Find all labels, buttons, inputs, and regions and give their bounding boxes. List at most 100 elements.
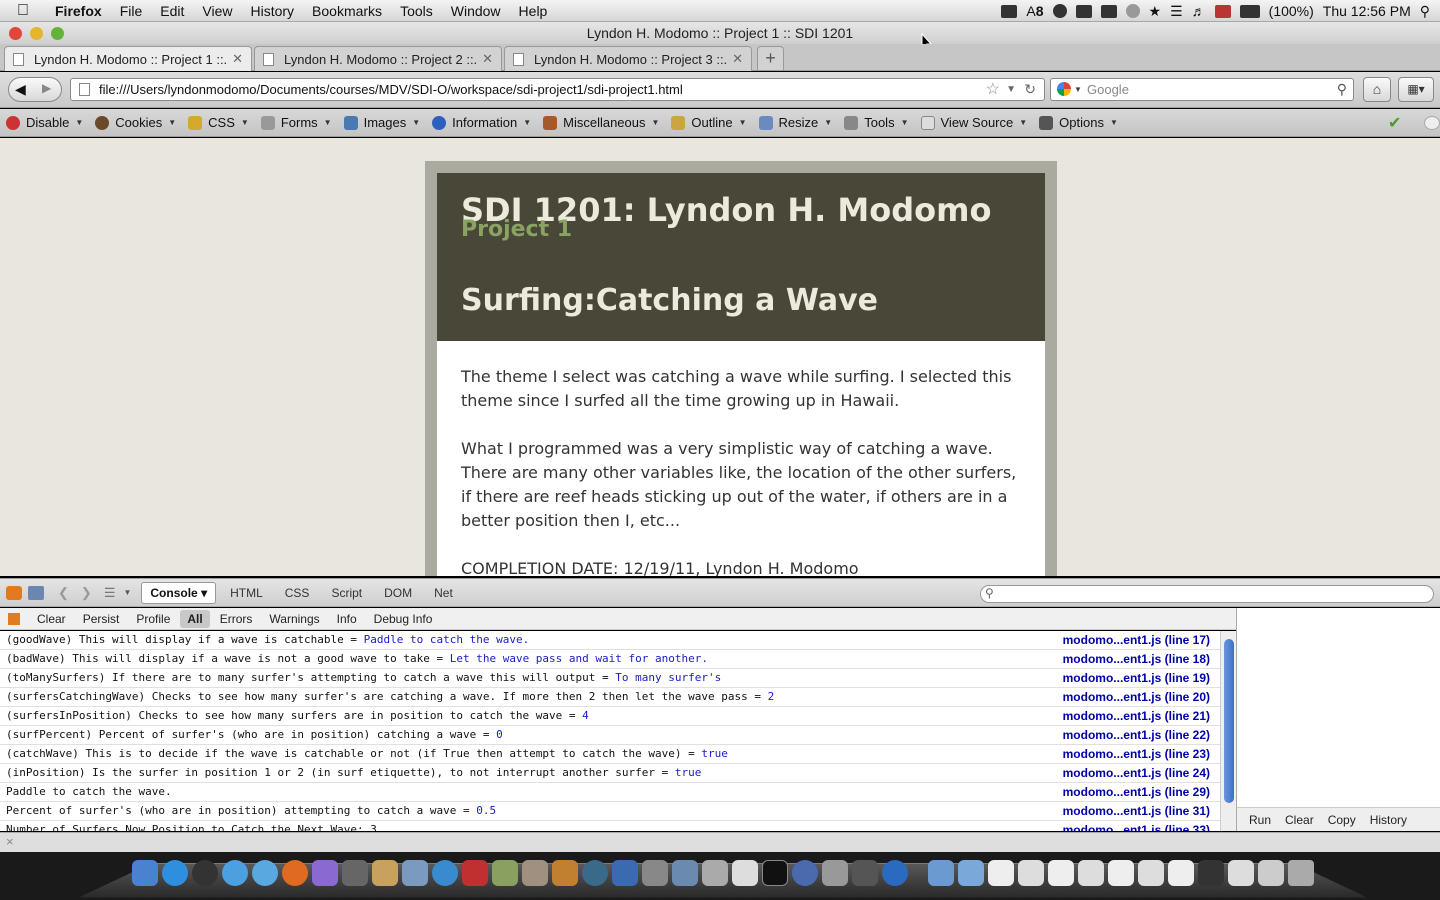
menu-tools[interactable]: Tools (391, 3, 442, 19)
menu-history[interactable]: History (241, 3, 303, 19)
google-engine-icon[interactable] (1057, 82, 1071, 96)
source-link[interactable]: modomo...ent1.js (line 22) (1063, 726, 1210, 744)
dashboard-icon[interactable] (192, 860, 218, 886)
reload-icon[interactable]: ↻ (1024, 79, 1036, 100)
documents-folder-icon[interactable] (958, 860, 984, 886)
iphoto-icon[interactable] (492, 860, 518, 886)
dev-information[interactable]: Information ▼ (432, 115, 531, 130)
window-thumbnail-icon[interactable] (988, 860, 1014, 886)
clear-button[interactable]: Clear (30, 610, 73, 628)
console-clear-icon[interactable] (8, 612, 20, 625)
tab-script[interactable]: Script (323, 583, 370, 603)
photo-booth-icon[interactable] (462, 860, 488, 886)
wifi-icon[interactable]: ☰ (1170, 3, 1183, 20)
search-icon[interactable]: ⚲ (1337, 79, 1347, 100)
forward-arrow-icon[interactable]: ❯ (81, 585, 92, 601)
close-tab-icon[interactable]: ✕ (482, 51, 493, 67)
minimize-window-button[interactable] (30, 27, 43, 40)
filter-warnings[interactable]: Warnings (262, 610, 326, 628)
volume-icon[interactable]: ♬ (1192, 3, 1206, 19)
source-link[interactable]: modomo...ent1.js (line 21) (1063, 707, 1210, 725)
textedit-icon[interactable] (732, 860, 758, 886)
window-thumbnail-icon[interactable] (1018, 860, 1044, 886)
terminal-icon[interactable] (762, 860, 788, 886)
extension-button[interactable]: ▦▾ (1398, 77, 1434, 102)
menu-edit[interactable]: Edit (151, 3, 193, 19)
dev-images[interactable]: Images ▼ (343, 115, 420, 130)
dev-outline[interactable]: Outline ▼ (671, 115, 747, 130)
camera-icon[interactable] (1001, 4, 1018, 18)
menu-view[interactable]: View (193, 3, 241, 19)
source-link[interactable]: modomo...ent1.js (line 24) (1063, 764, 1210, 782)
source-link[interactable]: modomo...ent1.js (line 29) (1063, 783, 1210, 801)
menu-firefox[interactable]: Firefox (46, 3, 111, 19)
new-tab-button[interactable]: + (757, 46, 784, 70)
source-link[interactable]: modomo...ent1.js (line 17) (1063, 631, 1210, 649)
safari-icon[interactable] (252, 860, 278, 886)
window-thumbnail-icon[interactable] (1108, 860, 1134, 886)
filter-debug-info[interactable]: Debug Info (367, 610, 440, 628)
menu-file[interactable]: File (111, 3, 152, 19)
scrollbar-thumb[interactable] (1224, 639, 1234, 803)
history-dropdown-icon[interactable]: ▼ (1006, 79, 1016, 100)
tab-project-3[interactable]: Lyndon H. Modomo :: Project 3 ::... ✕ (504, 46, 752, 71)
clock[interactable]: Thu 12:56 PM (1323, 3, 1411, 19)
zoom-window-button[interactable] (51, 27, 64, 40)
apple-menu-icon[interactable]:  (0, 2, 46, 20)
tab-html[interactable]: HTML (222, 583, 271, 603)
imovie-icon[interactable] (852, 860, 878, 886)
automator-icon[interactable] (822, 860, 848, 886)
dev-forms[interactable]: Forms ▼ (260, 115, 332, 130)
profile-button[interactable]: Profile (129, 610, 177, 628)
menu-window[interactable]: Window (442, 3, 510, 19)
flag-icon[interactable] (1214, 4, 1231, 18)
battery-icon[interactable] (1239, 4, 1260, 18)
status-circle-icon[interactable] (1424, 116, 1440, 130)
url-bar[interactable]: file:///Users/lyndonmodomo/Documents/cou… (70, 78, 1045, 101)
back-arrow-icon[interactable]: ❮ (58, 585, 69, 601)
ichat-icon[interactable] (222, 860, 248, 886)
dev-resize[interactable]: Resize ▼ (758, 115, 832, 130)
source-link[interactable]: modomo...ent1.js (line 18) (1063, 650, 1210, 668)
firebug-logo-icon[interactable] (6, 585, 22, 600)
source-link[interactable]: modomo...ent1.js (line 20) (1063, 688, 1210, 706)
applications-folder-icon[interactable] (928, 860, 954, 886)
source-link[interactable]: modomo...ent1.js (line 33) (1063, 821, 1210, 831)
sketch-icon[interactable] (522, 860, 548, 886)
dev-tools[interactable]: Tools ▼ (844, 115, 909, 130)
source-link[interactable]: modomo...ent1.js (line 31) (1063, 802, 1210, 820)
close-tab-icon[interactable]: ✕ (232, 51, 243, 67)
sync-icon[interactable] (1052, 4, 1067, 18)
list-dropdown-icon[interactable]: ▼ (123, 588, 131, 597)
source-link[interactable]: modomo...ent1.js (line 23) (1063, 745, 1210, 763)
window-thumbnail-icon[interactable] (1258, 860, 1284, 886)
app-icon[interactable] (312, 860, 338, 886)
evernote-icon[interactable] (1075, 4, 1092, 18)
command-editor-panel[interactable]: Run Clear Copy History (1236, 608, 1440, 831)
filter-all[interactable]: All (180, 609, 210, 628)
tab-console[interactable]: Console ▾ (141, 581, 217, 604)
bluetooth-icon[interactable]: ★ (1149, 3, 1162, 20)
app-store-icon[interactable] (162, 860, 188, 886)
tab-dom[interactable]: DOM (376, 583, 420, 603)
tab-css[interactable]: CSS (277, 583, 318, 603)
menu-bookmarks[interactable]: Bookmarks (303, 3, 391, 19)
home-button[interactable]: ⌂ (1363, 77, 1391, 102)
window-thumbnail-icon[interactable] (1168, 860, 1194, 886)
close-tab-icon[interactable]: ✕ (732, 51, 743, 67)
dev-view-source[interactable]: View Source ▼ (920, 115, 1027, 130)
filter-errors[interactable]: Errors (213, 610, 260, 628)
clear-command-button[interactable]: Clear (1281, 813, 1318, 827)
word-icon[interactable] (612, 860, 638, 886)
dev-options[interactable]: Options ▼ (1039, 115, 1118, 130)
close-window-button[interactable] (9, 27, 22, 40)
history-button[interactable]: History (1366, 813, 1411, 827)
run-button[interactable]: Run (1245, 813, 1275, 827)
time-machine-icon[interactable] (1125, 4, 1140, 18)
tab-project-2[interactable]: Lyndon H. Modomo :: Project 2 ::... ✕ (254, 46, 502, 71)
time-machine-icon[interactable] (582, 860, 608, 886)
list-icon[interactable]: ☰ (104, 585, 116, 601)
facetime-icon[interactable] (342, 860, 368, 886)
back-button[interactable]: ◀ (15, 81, 26, 98)
tab-net[interactable]: Net (426, 583, 461, 603)
